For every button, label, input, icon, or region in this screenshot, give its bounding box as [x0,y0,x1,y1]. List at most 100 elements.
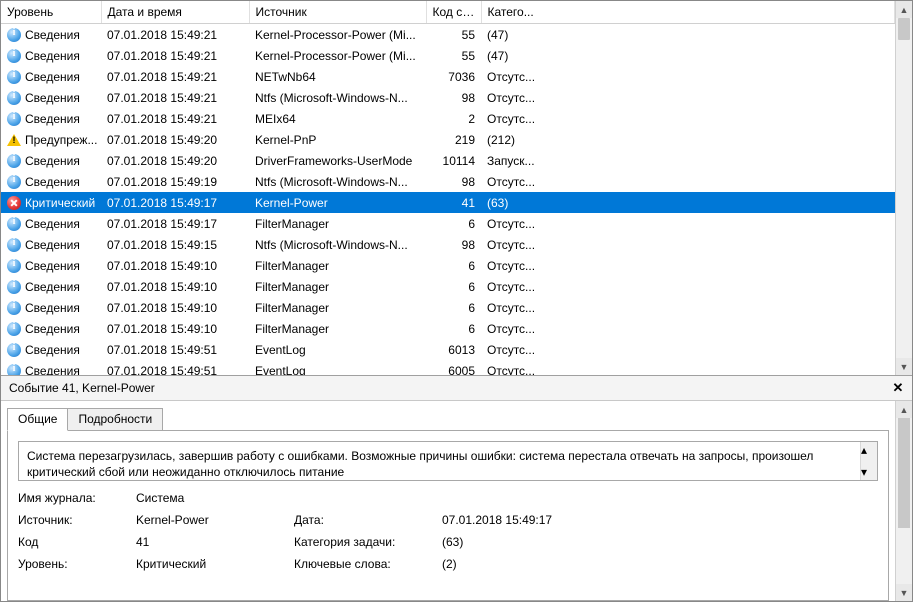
cell-level-text: Предупреж... [25,133,97,147]
cell-category: (47) [481,45,895,66]
cell-source: MEIx64 [249,108,426,129]
desc-scrollbar[interactable]: ▴ ▾ [860,442,877,480]
table-row[interactable]: Сведения07.01.2018 15:49:15Ntfs (Microso… [1,234,895,255]
cell-level-text: Сведения [25,112,80,126]
cell-code: 6 [426,318,481,339]
cell-level: Сведения [1,255,101,276]
cell-category: Отсутс... [481,213,895,234]
info-icon [7,322,21,336]
detail-title-text: Событие 41, Kernel-Power [9,381,890,395]
cell-level-text: Сведения [25,343,80,357]
detail-scroll-thumb[interactable] [898,418,910,528]
detail-scroll-track[interactable] [896,418,912,584]
cell-level: Сведения [1,24,101,45]
tab-general[interactable]: Общие [7,408,68,431]
cell-level: Сведения [1,171,101,192]
info-icon [7,259,21,273]
table-row[interactable]: Сведения07.01.2018 15:49:21Ntfs (Microso… [1,87,895,108]
cell-code: 10114 [426,150,481,171]
detail-scroll-down[interactable]: ▼ [896,584,912,601]
cell-level: Сведения [1,360,101,375]
scroll-down-button[interactable]: ▼ [896,358,912,375]
table-row[interactable]: Критический07.01.2018 15:49:17Kernel-Pow… [1,192,895,213]
info-icon [7,28,21,42]
table-row[interactable]: Сведения07.01.2018 15:49:51EventLog6013О… [1,339,895,360]
col-level[interactable]: Уровень [1,1,101,24]
table-row[interactable]: Сведения 07.01.2018 15:49:21Kernel-Proces… [1,24,895,46]
cell-level: Сведения [1,276,101,297]
cell-category: (47) [481,24,895,46]
cell-category: Отсутс... [481,66,895,87]
info-icon [7,301,21,315]
critical-icon [7,196,21,210]
cell-source: Kernel-Processor-Power (Mi... [249,24,426,46]
val-keywords: (2) [442,557,878,571]
table-row[interactable]: Сведения07.01.2018 15:49:21Kernel-Proces… [1,45,895,66]
cell-code: 55 [426,45,481,66]
cell-category: (212) [481,129,895,150]
desc-scroll-up[interactable]: ▴ [861,442,877,458]
table-row[interactable]: Сведения07.01.2018 15:49:51EventLog6005О… [1,360,895,375]
col-category[interactable]: Катего... [481,1,895,24]
table-row[interactable]: Сведения07.01.2018 15:49:10FilterManager… [1,318,895,339]
scroll-track[interactable] [896,18,912,358]
scroll-up-button[interactable]: ▲ [896,1,912,18]
cell-level: Сведения [1,213,101,234]
event-list-scrollbar[interactable]: ▲ ▼ [895,1,912,375]
cell-code: 6 [426,297,481,318]
cell-datetime: 07.01.2018 15:49:21 [101,24,249,46]
cell-code: 6 [426,255,481,276]
val-logname: Система [136,491,878,505]
table-row[interactable]: Сведения07.01.2018 15:49:17FilterManager… [1,213,895,234]
lbl-logname: Имя журнала: [18,491,128,505]
detail-title-bar: Событие 41, Kernel-Power ✕ [1,376,912,401]
event-description-text: Система перезагрузилась, завершив работу… [27,448,869,480]
cell-code: 55 [426,24,481,46]
cell-code: 6 [426,213,481,234]
table-row[interactable]: Сведения07.01.2018 15:49:19Ntfs (Microso… [1,171,895,192]
table-row[interactable]: Сведения07.01.2018 15:49:21MEIx642Отсутс… [1,108,895,129]
table-row[interactable]: Сведения07.01.2018 15:49:10FilterManager… [1,276,895,297]
cell-level-text: Сведения [25,49,80,63]
info-icon [7,217,21,231]
cell-level-text: Сведения [25,28,80,42]
lbl-date: Дата: [294,513,434,527]
detail-scroll-up[interactable]: ▲ [896,401,912,418]
cell-category: Отсутс... [481,276,895,297]
info-icon [7,175,21,189]
desc-scroll-down[interactable]: ▾ [861,464,877,480]
detail-close-button[interactable]: ✕ [890,380,906,396]
cell-source: EventLog [249,339,426,360]
cell-level: Сведения [1,66,101,87]
cell-level: Сведения [1,150,101,171]
cell-category: Отсутс... [481,339,895,360]
event-properties-grid: Имя журнала: Система Источник: Kernel-Po… [18,491,878,571]
cell-datetime: 07.01.2018 15:49:10 [101,276,249,297]
col-source[interactable]: Источник [249,1,426,24]
table-row[interactable]: Сведения07.01.2018 15:49:10FilterManager… [1,255,895,276]
cell-level: Сведения [1,234,101,255]
cell-datetime: 07.01.2018 15:49:10 [101,297,249,318]
cell-code: 6005 [426,360,481,375]
table-row[interactable]: Предупреж...07.01.2018 15:49:20Kernel-Pn… [1,129,895,150]
tab-details[interactable]: Подробности [67,408,163,431]
cell-datetime: 07.01.2018 15:49:51 [101,339,249,360]
col-datetime[interactable]: Дата и время [101,1,249,24]
val-taskcat: (63) [442,535,878,549]
cell-category: Отсутс... [481,318,895,339]
lbl-level: Уровень: [18,557,128,571]
cell-source: Ntfs (Microsoft-Windows-N... [249,171,426,192]
table-row[interactable]: Сведения07.01.2018 15:49:10FilterManager… [1,297,895,318]
cell-source: FilterManager [249,276,426,297]
table-row[interactable]: Сведения07.01.2018 15:49:20DriverFramewo… [1,150,895,171]
info-icon [7,238,21,252]
col-code[interactable]: Код со... [426,1,481,24]
scroll-thumb[interactable] [898,18,910,40]
cell-source: DriverFrameworks-UserMode [249,150,426,171]
cell-source: FilterManager [249,213,426,234]
detail-scrollbar[interactable]: ▲ ▼ [895,401,912,601]
cell-level-text: Сведения [25,322,80,336]
cell-datetime: 07.01.2018 15:49:21 [101,108,249,129]
info-icon [7,112,21,126]
table-row[interactable]: Сведения07.01.2018 15:49:21NETwNb647036О… [1,66,895,87]
